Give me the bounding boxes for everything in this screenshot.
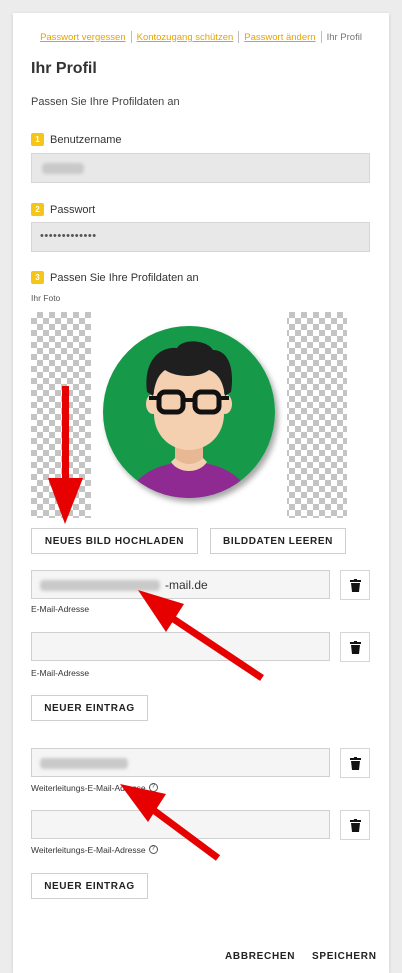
new-forward-entry-button[interactable]: NEUER EINTRAG — [31, 873, 148, 899]
step-label: Benutzername — [50, 133, 122, 146]
password-mask: ••••••••••••• — [40, 230, 97, 242]
help-icon[interactable]: ? — [148, 845, 158, 854]
clear-photo-button[interactable]: BILDDATEN LEEREN — [210, 528, 346, 554]
email-visible-part: -mail.de — [165, 578, 208, 592]
step-password: 2 Passwort — [31, 203, 95, 216]
nav-current-profile: Ihr Profil — [326, 31, 362, 43]
link-change-password[interactable]: Passwort ändern — [239, 32, 320, 43]
help-icon[interactable]: ? — [148, 783, 158, 792]
blurred-forward-email — [40, 758, 128, 769]
username-field — [31, 153, 370, 183]
email-input-1[interactable]: -mail.de — [31, 570, 330, 599]
blurred-username — [42, 163, 84, 174]
step-label: Passwort — [50, 203, 96, 216]
blurred-email — [40, 580, 160, 591]
forward-label-2: Weiterleitungs-E-Mail-Adresse? — [31, 845, 158, 855]
forward-label-text: Weiterleitungs-E-Mail-Adresse — [31, 845, 146, 855]
save-button[interactable]: SPEICHERN — [312, 951, 377, 962]
cancel-button[interactable]: ABBRECHEN — [225, 951, 295, 962]
email-input-2[interactable] — [31, 632, 330, 661]
page-title: Ihr Profil — [31, 60, 97, 77]
breadcrumb-nav: Passwort vergessen Kontozugang schützen … — [0, 31, 402, 43]
forward-email-input-1[interactable] — [31, 748, 330, 777]
step-number: 2 — [31, 203, 44, 216]
password-field: ••••••••••••• — [31, 222, 370, 252]
step-profile-data: 3 Passen Sie Ihre Profildaten an — [31, 271, 199, 284]
forward-label-1: Weiterleitungs-E-Mail-Adresse? — [31, 783, 158, 793]
delete-forward-1-button[interactable] — [340, 748, 370, 778]
trash-icon — [350, 757, 361, 770]
delete-email-1-button[interactable] — [340, 570, 370, 600]
step-username: 1 Benutzername — [31, 133, 122, 146]
trash-icon — [350, 641, 361, 654]
link-password-forgotten[interactable]: Passwort vergessen — [35, 32, 131, 43]
forward-label-text: Weiterleitungs-E-Mail-Adresse — [31, 783, 146, 793]
upload-photo-button[interactable]: NEUES BILD HOCHLADEN — [31, 528, 198, 554]
delete-forward-2-button[interactable] — [340, 810, 370, 840]
trash-icon — [350, 819, 361, 832]
step-number: 1 — [31, 133, 44, 146]
step-label: Passen Sie Ihre Profildaten an — [50, 271, 199, 284]
photo-label: Ihr Foto — [31, 293, 61, 303]
email-label-1: E-Mail-Adresse — [31, 604, 90, 614]
delete-email-2-button[interactable] — [340, 632, 370, 662]
link-protect-account[interactable]: Kontozugang schützen — [132, 32, 239, 43]
avatar-illustration — [103, 326, 275, 498]
photo-preview[interactable] — [31, 312, 347, 518]
trash-icon — [350, 579, 361, 592]
photo-image — [91, 312, 287, 518]
email-label-2: E-Mail-Adresse — [31, 668, 90, 678]
forward-email-input-2[interactable] — [31, 810, 330, 839]
page-subtitle: Passen Sie Ihre Profildaten an — [31, 96, 180, 108]
new-email-entry-button[interactable]: NEUER EINTRAG — [31, 695, 148, 721]
step-number: 3 — [31, 271, 44, 284]
